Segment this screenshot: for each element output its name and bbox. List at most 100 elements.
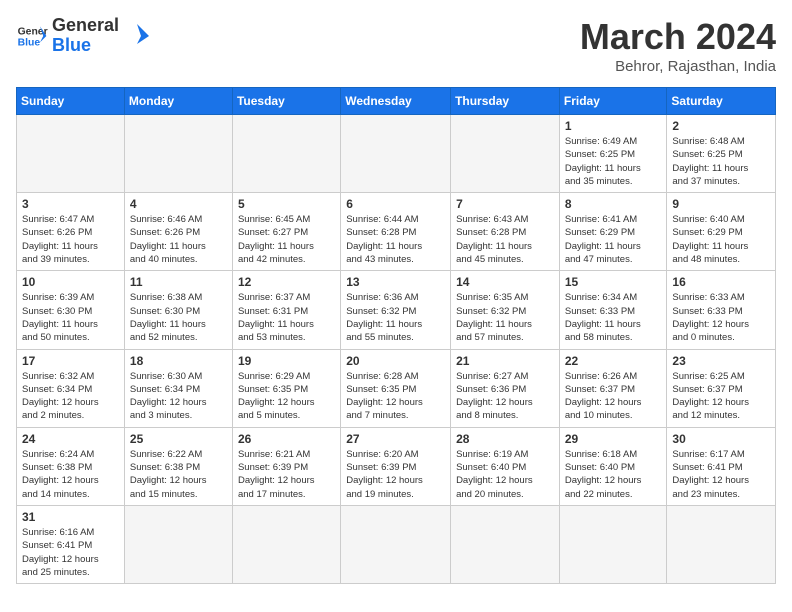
day-info: Sunrise: 6:26 AM Sunset: 6:37 PM Dayligh…: [565, 370, 662, 423]
day-number: 12: [238, 275, 335, 289]
calendar-cell: 30 Sunrise: 6:17 AM Sunset: 6:41 PM Dayli…: [667, 427, 776, 505]
day-info: Sunrise: 6:35 AM Sunset: 6:32 PM Dayligh…: [456, 291, 554, 344]
day-info: Sunrise: 6:30 AM Sunset: 6:34 PM Dayligh…: [130, 370, 227, 423]
day-number: 1: [565, 119, 662, 133]
location-subtitle: Behror, Rajasthan, India: [580, 58, 776, 75]
day-number: 4: [130, 197, 227, 211]
calendar-cell: [667, 505, 776, 583]
calendar-header-row: SundayMondayTuesdayWednesdayThursdayFrid…: [17, 88, 776, 115]
day-number: 18: [130, 354, 227, 368]
day-number: 10: [22, 275, 119, 289]
calendar-cell: 25 Sunrise: 6:22 AM Sunset: 6:38 PM Dayli…: [124, 427, 232, 505]
calendar-week-row: 24Sunrise: 6:24 AM Sunset: 6:38 PM Dayli…: [17, 427, 776, 505]
calendar-cell: [451, 505, 560, 583]
day-info: Sunrise: 6:46 AM Sunset: 6:26 PM Dayligh…: [130, 213, 227, 266]
day-number: 15: [565, 275, 662, 289]
calendar-week-row: 31Sunrise: 6:16 AM Sunset: 6:41 PM Dayli…: [17, 505, 776, 583]
col-header-thursday: Thursday: [451, 88, 560, 115]
calendar-cell: 29Sunrise: 6:18 AM Sunset: 6:40 PM Dayli…: [559, 427, 667, 505]
day-info: Sunrise: 6:25 AM Sunset: 6:37 PM Dayligh…: [672, 370, 770, 423]
day-info: Sunrise: 6:17 AM Sunset: 6:41 PM Dayligh…: [672, 448, 770, 501]
day-info: Sunrise: 6:48 AM Sunset: 6:25 PM Dayligh…: [672, 135, 770, 188]
day-number: 31: [22, 510, 119, 524]
day-info: Sunrise: 6:32 AM Sunset: 6:34 PM Dayligh…: [22, 370, 119, 423]
calendar-cell: 15 Sunrise: 6:34 AM Sunset: 6:33 PM Dayli…: [559, 271, 667, 349]
day-number: 7: [456, 197, 554, 211]
day-info: Sunrise: 6:44 AM Sunset: 6:28 PM Dayligh…: [346, 213, 445, 266]
day-info: Sunrise: 6:47 AM Sunset: 6:26 PM Dayligh…: [22, 213, 119, 266]
calendar-cell: 8 Sunrise: 6:41 AM Sunset: 6:29 PM Daylig…: [559, 193, 667, 271]
calendar-cell: 12Sunrise: 6:37 AM Sunset: 6:31 PM Dayli…: [232, 271, 340, 349]
day-number: 11: [130, 275, 227, 289]
day-number: 17: [22, 354, 119, 368]
day-info: Sunrise: 6:29 AM Sunset: 6:35 PM Dayligh…: [238, 370, 335, 423]
day-number: 29: [565, 432, 662, 446]
calendar-cell: 5Sunrise: 6:45 AM Sunset: 6:27 PM Daylig…: [232, 193, 340, 271]
calendar-cell: 27Sunrise: 6:20 AM Sunset: 6:39 PM Dayli…: [341, 427, 451, 505]
day-number: 24: [22, 432, 119, 446]
day-number: 16: [672, 275, 770, 289]
day-number: 21: [456, 354, 554, 368]
day-number: 22: [565, 354, 662, 368]
calendar-cell: 24Sunrise: 6:24 AM Sunset: 6:38 PM Dayli…: [17, 427, 125, 505]
calendar-cell: 11 Sunrise: 6:38 AM Sunset: 6:30 PM Dayli…: [124, 271, 232, 349]
calendar-cell: 17 Sunrise: 6:32 AM Sunset: 6:34 PM Dayli…: [17, 349, 125, 427]
calendar-week-row: 1Sunrise: 6:49 AM Sunset: 6:25 PM Daylig…: [17, 115, 776, 193]
calendar-week-row: 3 Sunrise: 6:47 AM Sunset: 6:26 PM Daylig…: [17, 193, 776, 271]
svg-text:Blue: Blue: [18, 37, 41, 48]
day-info: Sunrise: 6:41 AM Sunset: 6:29 PM Dayligh…: [565, 213, 662, 266]
day-number: 5: [238, 197, 335, 211]
day-info: Sunrise: 6:34 AM Sunset: 6:33 PM Dayligh…: [565, 291, 662, 344]
day-info: Sunrise: 6:28 AM Sunset: 6:35 PM Dayligh…: [346, 370, 445, 423]
day-number: 14: [456, 275, 554, 289]
day-number: 3: [22, 197, 119, 211]
day-number: 23: [672, 354, 770, 368]
calendar-cell: 1Sunrise: 6:49 AM Sunset: 6:25 PM Daylig…: [559, 115, 667, 193]
calendar-cell: 23 Sunrise: 6:25 AM Sunset: 6:37 PM Dayli…: [667, 349, 776, 427]
day-info: Sunrise: 6:27 AM Sunset: 6:36 PM Dayligh…: [456, 370, 554, 423]
calendar-cell: 6 Sunrise: 6:44 AM Sunset: 6:28 PM Daylig…: [341, 193, 451, 271]
day-info: Sunrise: 6:21 AM Sunset: 6:39 PM Dayligh…: [238, 448, 335, 501]
logo-icon: General Blue: [16, 20, 48, 52]
col-header-friday: Friday: [559, 88, 667, 115]
day-info: Sunrise: 6:20 AM Sunset: 6:39 PM Dayligh…: [346, 448, 445, 501]
col-header-saturday: Saturday: [667, 88, 776, 115]
day-number: 9: [672, 197, 770, 211]
day-number: 8: [565, 197, 662, 211]
calendar-cell: 13Sunrise: 6:36 AM Sunset: 6:32 PM Dayli…: [341, 271, 451, 349]
calendar-cell: [17, 115, 125, 193]
calendar-cell: 18 Sunrise: 6:30 AM Sunset: 6:34 PM Dayli…: [124, 349, 232, 427]
day-info: Sunrise: 6:33 AM Sunset: 6:33 PM Dayligh…: [672, 291, 770, 344]
calendar-cell: [341, 115, 451, 193]
header: General Blue General Blue March 2024 Beh…: [16, 16, 776, 75]
calendar-cell: 31Sunrise: 6:16 AM Sunset: 6:41 PM Dayli…: [17, 505, 125, 583]
col-header-monday: Monday: [124, 88, 232, 115]
col-header-wednesday: Wednesday: [341, 88, 451, 115]
logo-general: General: [52, 15, 119, 35]
day-info: Sunrise: 6:36 AM Sunset: 6:32 PM Dayligh…: [346, 291, 445, 344]
day-info: Sunrise: 6:43 AM Sunset: 6:28 PM Dayligh…: [456, 213, 554, 266]
calendar-cell: 4 Sunrise: 6:46 AM Sunset: 6:26 PM Daylig…: [124, 193, 232, 271]
day-number: 25: [130, 432, 227, 446]
calendar-cell: 2Sunrise: 6:48 AM Sunset: 6:25 PM Daylig…: [667, 115, 776, 193]
day-number: 6: [346, 197, 445, 211]
calendar-cell: [232, 115, 340, 193]
day-info: Sunrise: 6:39 AM Sunset: 6:30 PM Dayligh…: [22, 291, 119, 344]
calendar-cell: 20Sunrise: 6:28 AM Sunset: 6:35 PM Dayli…: [341, 349, 451, 427]
calendar-cell: [559, 505, 667, 583]
calendar-cell: 22 Sunrise: 6:26 AM Sunset: 6:37 PM Dayli…: [559, 349, 667, 427]
calendar-cell: 28Sunrise: 6:19 AM Sunset: 6:40 PM Dayli…: [451, 427, 560, 505]
day-number: 30: [672, 432, 770, 446]
month-year-title: March 2024: [580, 16, 776, 58]
day-info: Sunrise: 6:38 AM Sunset: 6:30 PM Dayligh…: [130, 291, 227, 344]
calendar-cell: [232, 505, 340, 583]
calendar-cell: [451, 115, 560, 193]
calendar-cell: 19Sunrise: 6:29 AM Sunset: 6:35 PM Dayli…: [232, 349, 340, 427]
day-number: 28: [456, 432, 554, 446]
calendar-cell: 10 Sunrise: 6:39 AM Sunset: 6:30 PM Dayli…: [17, 271, 125, 349]
day-number: 26: [238, 432, 335, 446]
day-info: Sunrise: 6:40 AM Sunset: 6:29 PM Dayligh…: [672, 213, 770, 266]
calendar-cell: 26 Sunrise: 6:21 AM Sunset: 6:39 PM Dayli…: [232, 427, 340, 505]
day-info: Sunrise: 6:22 AM Sunset: 6:38 PM Dayligh…: [130, 448, 227, 501]
calendar-cell: 14 Sunrise: 6:35 AM Sunset: 6:32 PM Dayli…: [451, 271, 560, 349]
